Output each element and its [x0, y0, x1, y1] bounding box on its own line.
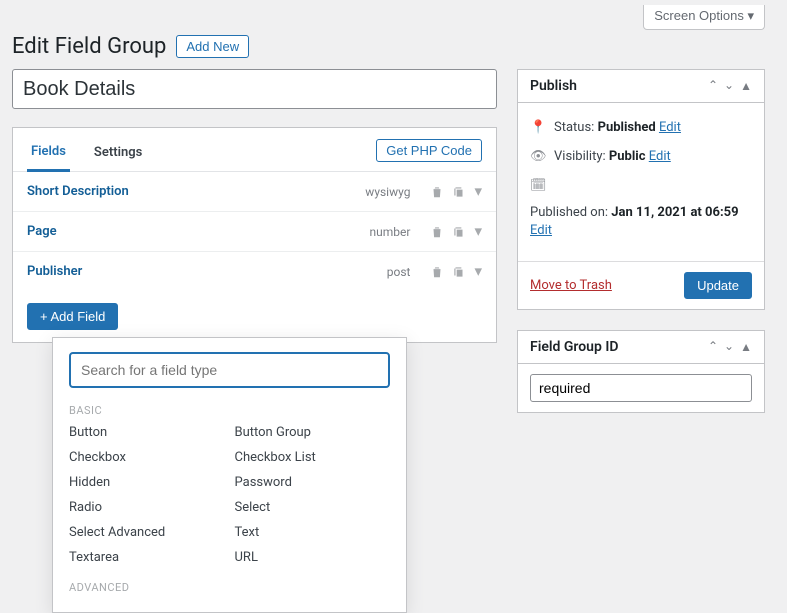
- calendar-icon: 🗓: [530, 177, 546, 196]
- status-label: Status:: [554, 120, 594, 135]
- screen-options-button[interactable]: Screen Options ▾: [643, 5, 765, 30]
- field-title-link[interactable]: Short Description: [27, 184, 365, 199]
- add-new-button[interactable]: Add New: [176, 35, 249, 58]
- copy-icon[interactable]: [452, 265, 466, 279]
- field-title-link[interactable]: Publisher: [27, 264, 387, 279]
- chevron-down-icon[interactable]: ▾: [474, 264, 482, 279]
- group-label-basic: BASIC: [69, 404, 390, 417]
- field-title-link[interactable]: Page: [27, 224, 370, 239]
- field-type-dropdown: BASIC Button Button Group Checkbox Checkbox…: [52, 337, 407, 613]
- publish-box: Publish ⌃ ⌄ ▲ 📍 Status: Published Edit: [517, 69, 765, 310]
- field-type-option[interactable]: Checkbox: [69, 450, 225, 465]
- field-row: Pagenumber ▾: [13, 212, 496, 252]
- toggle-up-icon[interactable]: ⌃: [708, 78, 718, 92]
- field-type-option[interactable]: Radio: [69, 500, 225, 515]
- toggle-down-icon[interactable]: ⌄: [724, 78, 734, 92]
- trash-icon[interactable]: [430, 185, 444, 199]
- update-button[interactable]: Update: [684, 272, 752, 299]
- toggle-up-icon[interactable]: ⌃: [708, 339, 718, 353]
- field-type-label: wysiwyg: [365, 185, 410, 199]
- field-type-label: number: [370, 225, 411, 239]
- field-type-option[interactable]: Checkbox List: [235, 450, 391, 465]
- trash-icon[interactable]: [430, 265, 444, 279]
- tab-settings[interactable]: Settings: [90, 139, 146, 170]
- status-edit-link[interactable]: Edit: [659, 120, 681, 135]
- copy-icon[interactable]: [452, 185, 466, 199]
- fields-panel: Fields Settings Get PHP Code Short Descr…: [12, 127, 497, 343]
- copy-icon[interactable]: [452, 225, 466, 239]
- chevron-down-icon[interactable]: ▾: [474, 184, 482, 199]
- field-row: Short Descriptionwysiwyg ▾: [13, 172, 496, 212]
- field-type-option[interactable]: Textarea: [69, 550, 225, 565]
- group-title-input[interactable]: [12, 69, 497, 109]
- field-type-option[interactable]: Select: [235, 500, 391, 515]
- field-group-id-input[interactable]: [530, 374, 752, 402]
- pin-icon: 📍: [530, 119, 546, 138]
- field-type-option[interactable]: Button: [69, 425, 225, 440]
- visibility-value: Public: [609, 149, 646, 164]
- status-value: Published: [598, 120, 656, 135]
- field-type-option[interactable]: Text: [235, 525, 391, 540]
- published-edit-link[interactable]: Edit: [530, 223, 552, 238]
- published-value: Jan 11, 2021 at 06:59: [611, 205, 738, 220]
- field-type-label: post: [387, 265, 411, 279]
- field-type-option[interactable]: URL: [235, 550, 391, 565]
- field-type-option[interactable]: Button Group: [235, 425, 391, 440]
- field-group-id-title: Field Group ID: [530, 339, 702, 355]
- page-title: Edit Field Group: [12, 34, 166, 59]
- tab-fields[interactable]: Fields: [27, 138, 70, 172]
- eye-icon: 👁: [530, 148, 546, 167]
- field-type-option[interactable]: Password: [235, 475, 391, 490]
- toggle-down-icon[interactable]: ⌄: [724, 339, 734, 353]
- group-label-advanced: ADVANCED: [69, 581, 390, 594]
- field-group-id-box: Field Group ID ⌃ ⌄ ▲: [517, 330, 765, 413]
- field-type-option[interactable]: Hidden: [69, 475, 225, 490]
- visibility-edit-link[interactable]: Edit: [649, 149, 671, 164]
- chevron-down-icon[interactable]: ▾: [474, 224, 482, 239]
- toggle-order-icon[interactable]: ▲: [740, 340, 752, 354]
- visibility-label: Visibility:: [554, 149, 606, 164]
- toggle-order-icon[interactable]: ▲: [740, 79, 752, 93]
- published-label: Published on:: [530, 205, 608, 220]
- move-to-trash-link[interactable]: Move to Trash: [530, 278, 612, 293]
- get-php-code-button[interactable]: Get PHP Code: [376, 139, 482, 162]
- add-field-button[interactable]: + Add Field: [27, 303, 118, 330]
- publish-box-title: Publish: [530, 78, 702, 94]
- trash-icon[interactable]: [430, 225, 444, 239]
- field-type-option[interactable]: Select Advanced: [69, 525, 225, 540]
- field-type-search-input[interactable]: [69, 352, 390, 388]
- field-row: Publisherpost ▾: [13, 252, 496, 291]
